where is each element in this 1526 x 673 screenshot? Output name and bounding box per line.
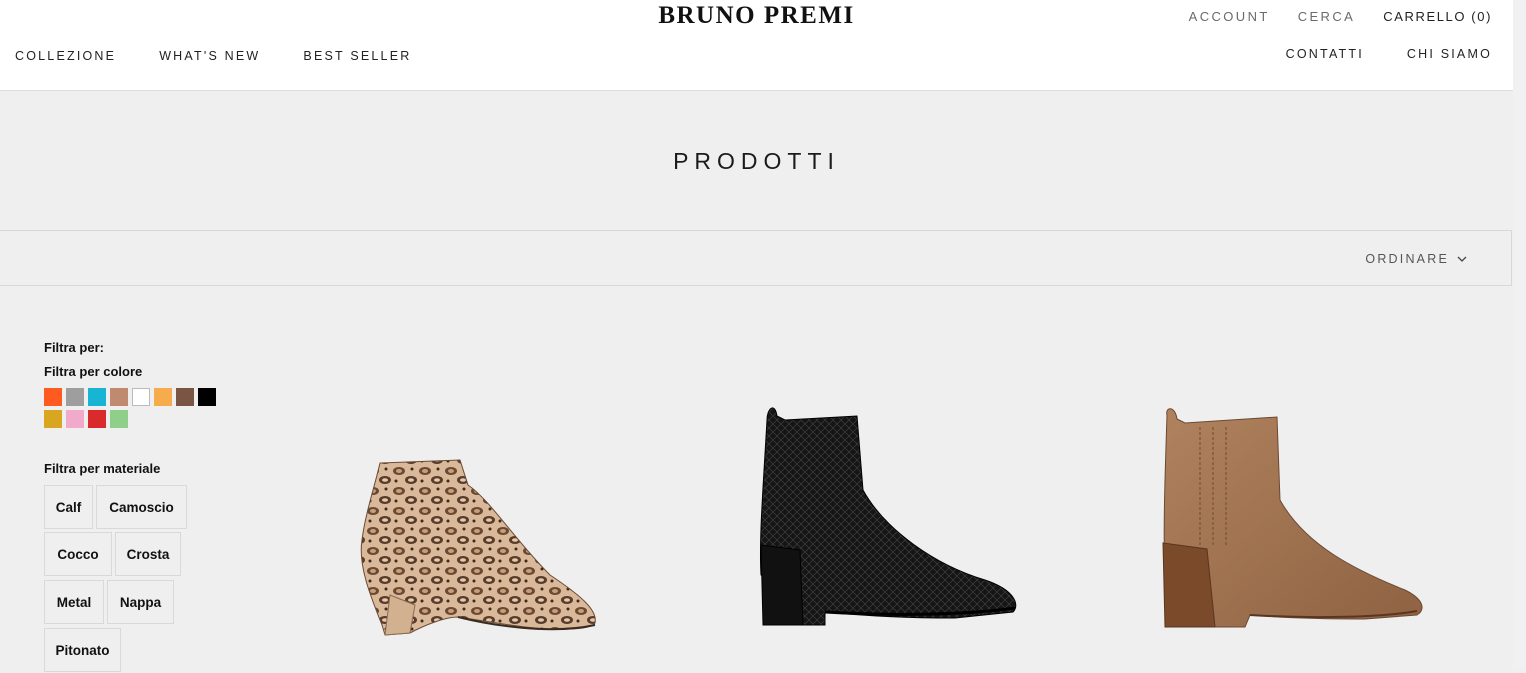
color-swatch-tan[interactable] [110, 388, 128, 406]
material-pitonato[interactable]: Pitonato [44, 628, 121, 672]
material-nappa[interactable]: Nappa [107, 580, 174, 624]
sort-dropdown[interactable]: ORDINARE [1365, 252, 1467, 266]
account-link[interactable]: ACCOUNT [1189, 9, 1270, 24]
page-title: PRODOTTI [673, 148, 840, 174]
product-card[interactable] [1155, 405, 1435, 630]
site-header: BRUNO PREMI COLLEZIONE WHAT'S NEW BEST S… [0, 0, 1513, 91]
nav-collezione[interactable]: COLLEZIONE [15, 49, 116, 63]
sort-label: ORDINARE [1365, 252, 1449, 266]
material-cocco[interactable]: Cocco [44, 532, 112, 576]
nav-contatti[interactable]: CONTATTI [1286, 47, 1364, 61]
chevron-down-icon [1457, 256, 1467, 262]
product-image-black-boot [759, 407, 1017, 626]
nav-chi-siamo[interactable]: CHI SIAMO [1407, 47, 1492, 61]
color-swatch-pink[interactable] [66, 410, 84, 428]
material-calf[interactable]: Calf [44, 485, 93, 529]
page-scrollbar[interactable] [1513, 0, 1526, 669]
color-swatches [44, 388, 234, 428]
color-swatch-black[interactable] [198, 388, 216, 406]
color-swatch-light-orange[interactable] [154, 388, 172, 406]
color-swatch-orange[interactable] [44, 388, 62, 406]
material-crosta[interactable]: Crosta [115, 532, 181, 576]
product-card[interactable] [340, 445, 610, 645]
main-nav: COLLEZIONE WHAT'S NEW BEST SELLER [15, 49, 411, 63]
search-link[interactable]: CERCA [1298, 9, 1356, 24]
material-filter-heading: Filtra per materiale [44, 461, 161, 476]
color-swatch-grey[interactable] [66, 388, 84, 406]
material-camoscio[interactable]: Camoscio [96, 485, 187, 529]
nav-whats-new[interactable]: WHAT'S NEW [159, 49, 260, 63]
info-nav: CONTATTI CHI SIAMO [1286, 47, 1492, 61]
secondary-nav: ACCOUNT CERCA CARRELLO (0) [1189, 9, 1492, 24]
product-image-suede-boot [1162, 408, 1423, 628]
color-swatch-cyan[interactable] [88, 388, 106, 406]
color-swatch-red[interactable] [88, 410, 106, 428]
color-swatch-brown[interactable] [176, 388, 194, 406]
collection-toolbar: ORDINARE [0, 230, 1512, 286]
filter-heading: Filtra per: [44, 340, 104, 355]
color-filter-heading: Filtra per colore [44, 364, 143, 379]
nav-best-seller[interactable]: BEST SELLER [303, 49, 411, 63]
product-image-snake-boot [360, 459, 596, 636]
material-metal[interactable]: Metal [44, 580, 104, 624]
color-swatch-green[interactable] [110, 410, 128, 428]
product-card[interactable] [745, 400, 1025, 630]
color-swatch-mustard[interactable] [44, 410, 62, 428]
color-swatch-white[interactable] [132, 388, 150, 406]
cart-link[interactable]: CARRELLO (0) [1383, 9, 1492, 24]
